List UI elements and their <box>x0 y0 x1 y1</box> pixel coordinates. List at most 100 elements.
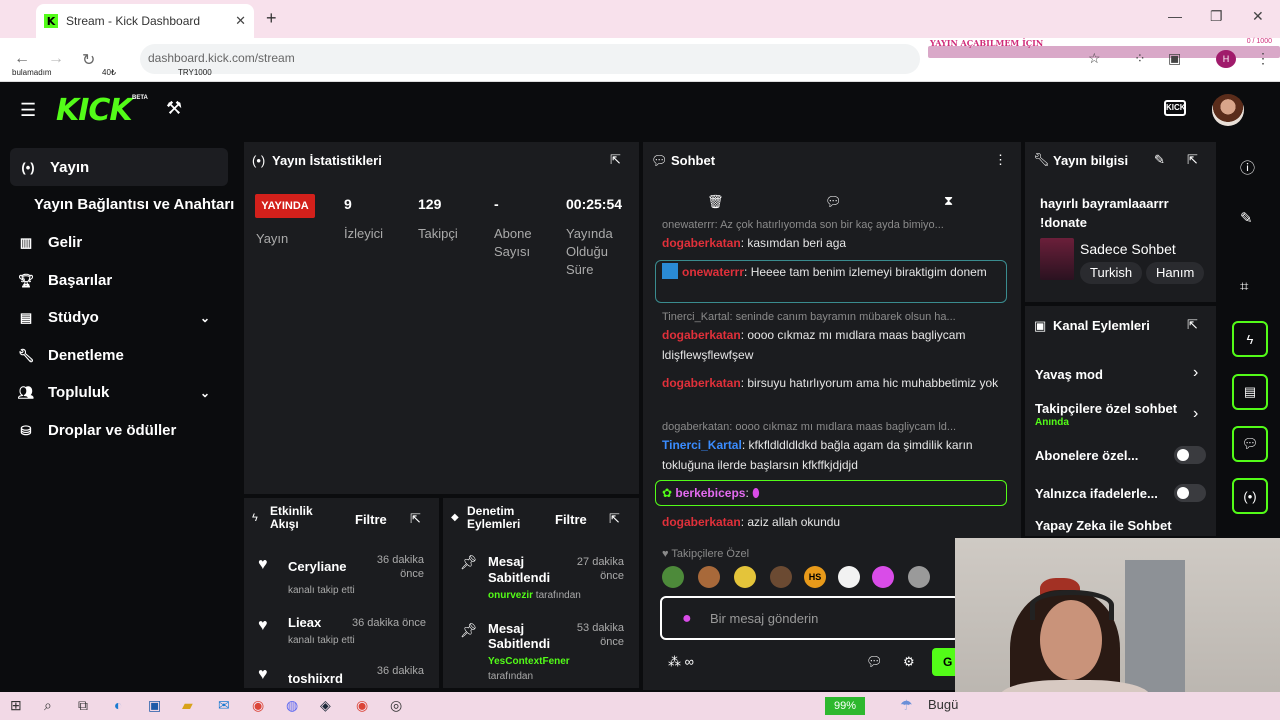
slow-mode-label[interactable]: Yavaş mod <box>1035 367 1103 382</box>
popout-icon[interactable]: ⇱ <box>609 511 620 527</box>
activity-filter-button[interactable]: Filtre <box>355 512 387 527</box>
chat-message[interactable]: onewaterrr: Heeee tam benim izlemeyi bir… <box>662 262 992 282</box>
emote-face-icon[interactable] <box>734 566 756 588</box>
tag-hanim[interactable]: Hanım <box>1146 262 1205 284</box>
more-options-icon[interactable]: ⋮ <box>994 152 1007 168</box>
search-icon[interactable]: ⌕ <box>44 697 52 714</box>
mail-icon[interactable]: ✉ <box>218 697 230 714</box>
send-button[interactable]: G <box>932 648 956 676</box>
hamburger-menu-icon[interactable]: ☰ <box>20 100 36 121</box>
browser-profile-avatar[interactable]: H <box>1216 50 1236 68</box>
emote-only-toggle[interactable] <box>1174 484 1206 502</box>
ai-chat-label[interactable]: Yapay Zeka ile Sohbet <box>1035 518 1172 533</box>
minimize-icon[interactable]: — <box>1168 8 1182 24</box>
steam-icon[interactable]: ◈ <box>320 697 331 714</box>
sidebar-item-studyo[interactable]: ▤ Stüdyo ⌄ <box>16 309 230 326</box>
chat-input[interactable]: ● Bir mesaj gönderin <box>660 596 960 640</box>
emote-monkey-icon[interactable] <box>698 566 720 588</box>
emote-ghost-icon[interactable] <box>838 566 860 588</box>
emote-pink-icon[interactable] <box>872 566 894 588</box>
chrome-active-icon[interactable]: ◉ <box>356 697 368 714</box>
kick-logo[interactable]: KICK <box>56 93 133 128</box>
sidebar-item-droplar[interactable]: ⛁ Droplar ve ödüller <box>16 422 177 439</box>
chat-action-button[interactable]: 💬︎ <box>1232 426 1268 462</box>
sidebar-item-gelir[interactable]: ▥ Gelir <box>16 234 82 251</box>
discord-icon[interactable]: ◍ <box>286 697 298 714</box>
sidebar-item-yayin[interactable]: (•) Yayın <box>10 148 228 186</box>
info-icon[interactable]: ⓘ <box>1240 157 1255 178</box>
weather-icon[interactable]: ☂ <box>900 697 913 714</box>
popout-icon[interactable]: ⇱ <box>410 511 421 527</box>
chevron-right-icon[interactable]: › <box>1193 405 1198 423</box>
store-icon[interactable]: ▣ <box>148 697 161 714</box>
star-icon[interactable]: ☆ <box>1088 50 1101 67</box>
chat-message[interactable]: dogaberkatan: birsuyu hatırlıyorum ama h… <box>662 373 1007 393</box>
chat-username[interactable]: dogaberkatan <box>662 515 741 529</box>
trash-icon[interactable]: 🗑︎ <box>707 194 724 210</box>
chat-message[interactable]: Tinerci_Kartal: kfkfldldldldkd bağla aga… <box>662 435 1007 475</box>
chat-icon: 💬︎ <box>651 153 668 168</box>
tab-search-icon[interactable]: ▣ <box>1168 50 1181 67</box>
chat-settings-bubble-icon[interactable]: 💬︎ <box>866 654 883 670</box>
lightning-action-button[interactable]: ϟ <box>1232 321 1268 357</box>
subscribers-only-toggle[interactable] <box>1174 446 1206 464</box>
chat-message[interactable]: dogaberkatan: oooo cıkmaz mı mıdlara maa… <box>662 325 1007 365</box>
browser-tab[interactable]: K Stream - Kick Dashboard ✕ <box>36 4 254 38</box>
profile-avatar[interactable] <box>1212 94 1244 126</box>
followers-only-chat-label[interactable]: Takipçilere özel sohbet <box>1035 401 1177 416</box>
chat-message[interactable]: dogaberkatan: kasımdan beri aga <box>662 233 1007 253</box>
category-name[interactable]: Sadece Sohbet <box>1080 241 1176 257</box>
tag-turkish[interactable]: Turkish <box>1080 262 1143 284</box>
close-window-icon[interactable]: ✕ <box>1252 8 1264 25</box>
task-view-icon[interactable]: ⧉ <box>78 697 88 714</box>
popout-icon[interactable]: ⇱ <box>1187 152 1198 168</box>
microphone-icon[interactable]: ● <box>682 610 692 628</box>
hammer-icon[interactable]: ⚒ <box>166 98 182 119</box>
tab-close-icon[interactable]: ✕ <box>235 13 246 29</box>
sidebar-item-denetleme[interactable]: 🔧︎ Denetleme <box>16 347 124 364</box>
battery-indicator[interactable]: 99% <box>825 697 865 715</box>
emote-frog-icon[interactable] <box>662 566 684 588</box>
chat-message[interactable]: dogaberkatan: aziz allah okundu <box>662 512 1007 532</box>
edit-icon[interactable]: ✎ <box>1240 209 1253 227</box>
chat-username[interactable]: dogaberkatan <box>662 328 741 342</box>
sidebar-item-stream-key[interactable]: Yayın Bağlantısı ve Anahtarı <box>34 196 234 213</box>
category-thumbnail[interactable] <box>1040 238 1074 280</box>
chrome-icon[interactable]: ◉ <box>252 697 264 714</box>
chat-username[interactable]: berkebiceps <box>675 486 745 500</box>
emote-cat-icon[interactable] <box>908 566 930 588</box>
chevron-right-icon[interactable]: › <box>1193 364 1198 382</box>
edge-icon[interactable]: ◐ <box>114 697 122 713</box>
maximize-icon[interactable]: ❐ <box>1210 8 1223 25</box>
chat-username[interactable]: dogaberkatan <box>662 376 741 390</box>
browser-menu-icon[interactable]: ⋮ <box>1256 50 1270 67</box>
popout-icon[interactable]: ⇱ <box>610 152 621 168</box>
scan-icon[interactable]: ⌗ <box>1240 278 1248 295</box>
chat-username[interactable]: dogaberkatan <box>662 236 741 250</box>
notes-action-button[interactable]: ▤ <box>1232 374 1268 410</box>
chat-message[interactable]: ✿ berkebiceps: ⬮ <box>662 483 1007 503</box>
gear-icon[interactable]: ⚙ <box>903 654 915 670</box>
extensions-icon[interactable]: ⁘ <box>1134 50 1146 67</box>
sidebar-item-topluluk[interactable]: 👥︎ Topluluk ⌄ <box>16 384 230 401</box>
chat-username[interactable]: onewaterrr <box>682 265 744 279</box>
windows-start-icon[interactable]: ⊞ <box>10 697 22 714</box>
weather-text[interactable]: Bugü <box>928 697 958 712</box>
url-input[interactable]: dashboard.kick.com/stream <box>140 44 920 74</box>
hourglass-icon[interactable]: ⧗ <box>944 193 953 209</box>
broadcast-action-button[interactable]: (•) <box>1232 478 1268 514</box>
new-tab-button[interactable]: + <box>266 8 277 29</box>
chat-bubble-icon[interactable]: 💬︎ <box>825 194 842 210</box>
emote-man-icon[interactable] <box>770 566 792 588</box>
chat-username[interactable]: Tinerci_Kartal <box>662 438 742 452</box>
moderation-filter-button[interactable]: Filtre <box>555 512 587 527</box>
file-explorer-icon[interactable]: ▰ <box>182 697 193 714</box>
sidebar-item-basarilar[interactable]: 🏆︎ Başarılar <box>16 272 112 289</box>
popout-icon[interactable]: ⇱ <box>1187 317 1198 333</box>
emote-hs-icon[interactable]: HS <box>804 566 826 588</box>
edit-pencil-icon[interactable]: ✎ <box>1154 152 1165 168</box>
points-icon[interactable]: ⁂ ∞ <box>668 654 694 670</box>
kick-app-icon[interactable]: KICK <box>1164 100 1186 116</box>
mod-row-time: 53 dakika önce <box>560 621 624 649</box>
obs-icon[interactable]: ◎ <box>390 697 402 714</box>
